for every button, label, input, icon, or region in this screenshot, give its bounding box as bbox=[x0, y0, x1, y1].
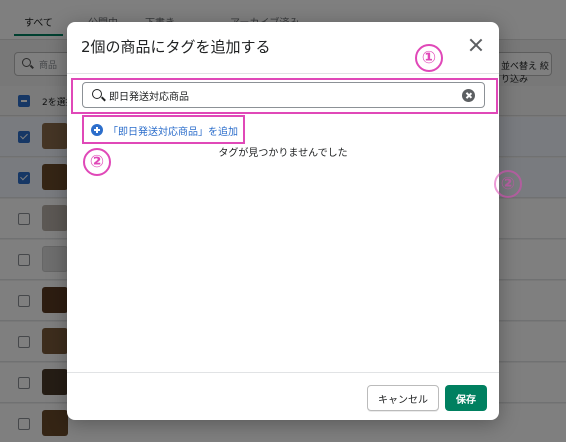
close-icon[interactable] bbox=[467, 36, 485, 54]
annotation-number-2: ② bbox=[83, 148, 111, 176]
modal-footer: キャンセル 保存 bbox=[67, 372, 499, 420]
highlight-box-search bbox=[71, 78, 498, 114]
annotation-number-1: ① bbox=[415, 44, 443, 72]
no-tags-message: タグが見つかりませんでした bbox=[218, 148, 348, 159]
highlight-box-add-tag bbox=[82, 115, 245, 144]
save-button[interactable]: 保存 bbox=[445, 385, 487, 411]
annotation-number-2-faded: ② bbox=[494, 170, 522, 198]
modal-title: 2個の商品にタグを追加する bbox=[81, 38, 271, 56]
cancel-button[interactable]: キャンセル bbox=[367, 385, 439, 411]
